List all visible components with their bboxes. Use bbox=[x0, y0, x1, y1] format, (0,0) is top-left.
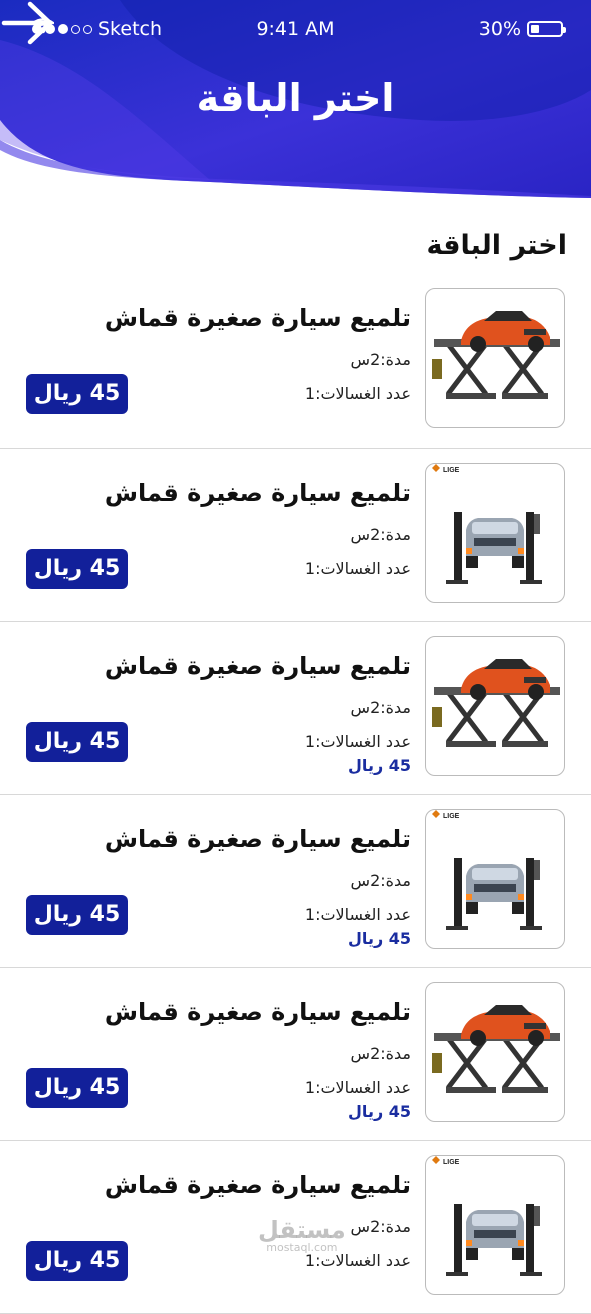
package-image bbox=[425, 982, 565, 1122]
package-duration: مدة:2س bbox=[350, 350, 411, 369]
battery-icon bbox=[527, 21, 566, 37]
package-price-button[interactable]: 45 ريال bbox=[26, 374, 128, 414]
watermark: مستقل mostaql.com bbox=[258, 1218, 346, 1254]
suv-lift-image: LIGE bbox=[432, 1156, 542, 1276]
suv-lift-image: LIGE bbox=[432, 464, 542, 584]
package-price-button[interactable]: 45 ريال bbox=[26, 1241, 128, 1281]
status-bar: Sketch 9:41 AM 30% bbox=[0, 18, 591, 44]
orange-car-lift-image bbox=[432, 659, 560, 747]
svg-text:LIGE: LIGE bbox=[443, 467, 460, 474]
package-image bbox=[425, 288, 565, 428]
orange-car-lift-image bbox=[432, 311, 560, 399]
page-title: اختر الباقة bbox=[196, 76, 395, 120]
package-title: تلميع سيارة صغيرة قماش bbox=[104, 1171, 411, 1199]
svg-text:LIGE: LIGE bbox=[443, 813, 460, 820]
package-price-note: 45 ريال bbox=[348, 929, 411, 948]
package-image: LIGE bbox=[425, 463, 565, 603]
header: Sketch 9:41 AM 30% اختر الباقة bbox=[0, 0, 591, 200]
arrow-right-icon[interactable] bbox=[0, 0, 56, 46]
package-title: تلميع سيارة صغيرة قماش bbox=[104, 825, 411, 853]
package-price-note: 45 ريال bbox=[348, 756, 411, 775]
package-price-button[interactable]: 45 ريال bbox=[26, 1068, 128, 1108]
package-card[interactable]: تلميع سيارة صغيرة قماش مدة:2س عدد الغسال… bbox=[0, 622, 591, 795]
package-price-note: 45 ريال bbox=[348, 1102, 411, 1121]
package-card[interactable]: LIGE تلميع سيارة صغيرة قماش مدة:2س عدد ا… bbox=[0, 795, 591, 968]
orange-car-lift-image bbox=[432, 1005, 560, 1093]
svg-text:LIGE: LIGE bbox=[443, 1159, 460, 1166]
package-washers: عدد الغسالات:1 bbox=[304, 1078, 411, 1097]
package-duration: مدة:2س bbox=[350, 525, 411, 544]
package-price-button[interactable]: 45 ريال bbox=[26, 549, 128, 589]
battery-percent: 30% bbox=[478, 18, 521, 40]
package-washers: عدد الغسالات:1 bbox=[304, 559, 411, 578]
watermark-url: mostaql.com bbox=[266, 1241, 338, 1254]
package-image: LIGE bbox=[425, 809, 565, 949]
package-image: LIGE bbox=[425, 1155, 565, 1295]
package-title: تلميع سيارة صغيرة قماش bbox=[104, 479, 411, 507]
section-title: اختر الباقة bbox=[426, 230, 567, 261]
package-card[interactable]: LIGE تلميع سيارة صغيرة قماش مدة:2س عدد ا… bbox=[0, 449, 591, 622]
package-duration: مدة:2س bbox=[350, 698, 411, 717]
package-list: تلميع سيارة صغيرة قماش مدة:2س عدد الغسال… bbox=[0, 288, 591, 1314]
package-washers: عدد الغسالات:1 bbox=[304, 732, 411, 751]
package-price-button[interactable]: 45 ريال bbox=[26, 722, 128, 762]
package-price-button[interactable]: 45 ريال bbox=[26, 895, 128, 935]
package-washers: عدد الغسالات:1 bbox=[304, 905, 411, 924]
package-title: تلميع سيارة صغيرة قماش bbox=[104, 304, 411, 332]
package-title: تلميع سيارة صغيرة قماش bbox=[104, 652, 411, 680]
suv-lift-image: LIGE bbox=[432, 810, 542, 930]
watermark-text: مستقل bbox=[258, 1216, 346, 1244]
package-title: تلميع سيارة صغيرة قماش bbox=[104, 998, 411, 1026]
package-image bbox=[425, 636, 565, 776]
package-card[interactable]: تلميع سيارة صغيرة قماش مدة:2س عدد الغسال… bbox=[0, 288, 591, 449]
package-duration: مدة:2س bbox=[350, 1217, 411, 1236]
package-washers: عدد الغسالات:1 bbox=[304, 384, 411, 403]
package-card[interactable]: تلميع سيارة صغيرة قماش مدة:2س عدد الغسال… bbox=[0, 968, 591, 1141]
package-duration: مدة:2س bbox=[350, 1044, 411, 1063]
battery-status: 30% bbox=[478, 18, 566, 40]
package-duration: مدة:2س bbox=[350, 871, 411, 890]
